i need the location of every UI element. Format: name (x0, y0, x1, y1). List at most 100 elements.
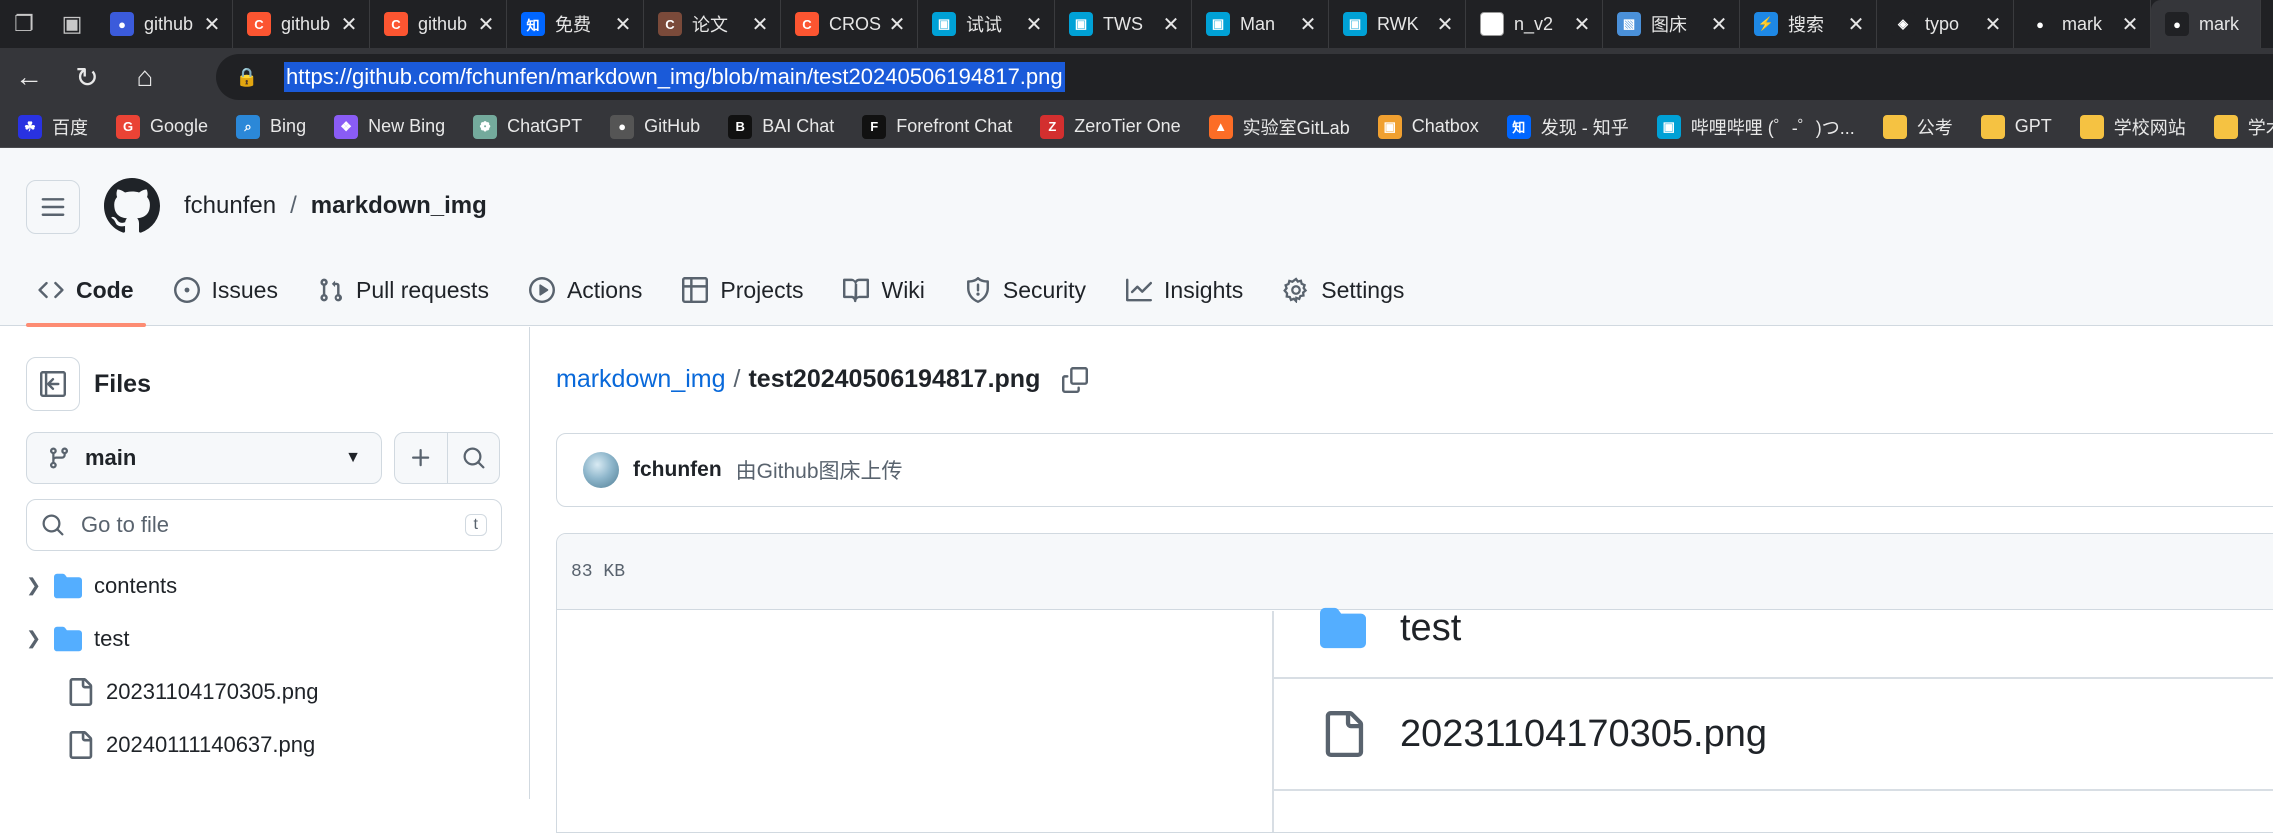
bookmark-item[interactable]: GPT (1980, 114, 2052, 139)
browser-tab[interactable]: ▣ RWK ✕ (1329, 0, 1466, 48)
tab-pull-requests[interactable]: Pull requests (306, 254, 501, 326)
preview-row: 20231104170305.png (1274, 679, 2273, 791)
browser-tab[interactable]: ● mark (2151, 0, 2261, 48)
tab-code-label: Code (76, 276, 134, 303)
tree-item-file[interactable]: 20231104170305.png (26, 665, 502, 718)
bookmark-item[interactable]: ▣ 哔哩哔哩 (゜-゜)つ... (1656, 114, 1855, 140)
tab-projects[interactable]: Projects (670, 254, 815, 326)
close-icon[interactable]: ✕ (750, 12, 770, 37)
browser-tab[interactable]: ▣ TWS ✕ (1055, 0, 1192, 48)
menu-button[interactable] (26, 180, 80, 234)
close-icon[interactable]: ✕ (202, 12, 222, 37)
add-file-button[interactable] (395, 433, 447, 483)
browser-tab[interactable]: ▣ Man ✕ (1192, 0, 1329, 48)
commit-message[interactable]: 由Github图床上传 (736, 455, 903, 485)
collapse-file-tree-button[interactable] (26, 357, 80, 411)
close-icon[interactable]: ✕ (613, 12, 633, 37)
close-icon[interactable]: ✕ (1435, 12, 1455, 37)
tab-code[interactable]: Code (26, 254, 146, 327)
url-text[interactable]: https://github.com/fchunfen/markdown_img… (284, 62, 1065, 92)
close-icon[interactable]: ✕ (1161, 12, 1181, 37)
tab-security[interactable]: Security (953, 254, 1098, 326)
repo-owner-link[interactable]: fchunfen (184, 192, 276, 220)
chatbox-icon: ▣ (1377, 114, 1402, 139)
bing-icon: ⌕ (236, 114, 261, 139)
branch-selector[interactable]: main ▼ (26, 432, 382, 484)
url-input[interactable]: 🔒 https://github.com/fchunfen/markdown_i… (216, 54, 2273, 100)
avatar[interactable] (583, 452, 619, 488)
bookmark-item[interactable]: ☘ 百度 (18, 114, 88, 140)
reload-icon[interactable]: ↻ (58, 48, 116, 106)
close-icon[interactable]: ✕ (1298, 12, 1318, 37)
close-icon[interactable]: ✕ (887, 12, 907, 37)
browser-tab[interactable]: ● github ✕ (96, 0, 233, 48)
tree-item-label: 20231104170305.png (106, 678, 319, 704)
close-icon[interactable]: ✕ (2120, 12, 2140, 37)
tree-item-file[interactable]: 20240111140637.png (26, 718, 502, 771)
lock-icon[interactable]: 🔒 (236, 66, 258, 88)
bookmark-label: 哔哩哔哩 (゜-゜)つ... (1690, 117, 1855, 138)
close-icon[interactable]: ✕ (1709, 12, 1729, 37)
bilibili-icon: ▣ (1343, 12, 1367, 36)
openai-icon: ❁ (473, 114, 498, 139)
bookmark-item[interactable]: F Forefront Chat (862, 114, 1012, 139)
tree-item-test[interactable]: ❯ test (26, 612, 502, 665)
browser-tab[interactable]: ◈ typo ✕ (1877, 0, 2014, 48)
shield-icon: ◈ (1891, 12, 1915, 36)
bookmark-item[interactable]: 学术 (2213, 114, 2273, 140)
home-icon[interactable]: ⌂ (116, 48, 174, 106)
tab-actions[interactable]: Actions (517, 254, 654, 326)
bookmark-item[interactable]: ▣ Chatbox (1377, 114, 1479, 139)
bookmark-item[interactable]: ❁ ChatGPT (473, 114, 582, 139)
browser-tab[interactable]: ● mark ✕ (2014, 0, 2151, 48)
browser-tab[interactable]: ▧ 图床 ✕ (1603, 0, 1740, 48)
tab-settings[interactable]: Settings (1271, 254, 1416, 326)
chevron-right-icon[interactable]: ❯ (26, 628, 54, 649)
bookmark-item[interactable]: G Google (116, 114, 208, 139)
close-icon[interactable]: ✕ (339, 12, 359, 37)
workspaces-icon[interactable]: ❐ (0, 0, 48, 48)
tree-item-label: test (94, 625, 130, 651)
browser-tab-title: mark (2199, 13, 2239, 34)
bilibili-icon: ▣ (1206, 12, 1230, 36)
browser-tab[interactable]: ⚡ 搜索 ✕ (1740, 0, 1877, 48)
bookmark-item[interactable]: 学校网站 (2079, 114, 2186, 140)
bookmark-item[interactable]: B BAI Chat (728, 114, 834, 139)
bookmark-item[interactable]: Z ZeroTier One (1040, 114, 1181, 139)
close-icon[interactable]: ✕ (1983, 12, 2003, 37)
back-arrow-icon[interactable]: ← (0, 48, 58, 106)
browser-tab[interactable]: n_v2 ✕ (1466, 0, 1603, 48)
bookmark-item[interactable]: ▲ 实验室GitLab (1208, 114, 1350, 140)
bookmark-label: 实验室GitLab (1242, 117, 1350, 138)
chevron-right-icon[interactable]: ❯ (26, 575, 54, 596)
bookmark-item[interactable]: ❖ New Bing (334, 114, 445, 139)
tab-insights[interactable]: Insights (1114, 254, 1255, 326)
bookmark-item[interactable]: ● GitHub (610, 114, 700, 139)
github-logo-icon[interactable] (104, 178, 160, 234)
browser-tab[interactable]: C 论文 ✕ (644, 0, 781, 48)
browser-tab[interactable]: ▣ 试试 ✕ (918, 0, 1055, 48)
shield-icon (966, 277, 989, 303)
tab-actions-icon[interactable]: ▣ (48, 0, 96, 48)
browser-tab[interactable]: Cgithub ✕ (370, 0, 507, 48)
bookmark-item[interactable]: 公考 (1882, 114, 1953, 140)
tree-item-contents[interactable]: ❯ contents (26, 559, 502, 612)
copy-icon[interactable] (1062, 366, 1089, 393)
close-icon[interactable]: ✕ (1024, 12, 1044, 37)
tab-wiki[interactable]: Wiki (831, 254, 936, 326)
repo-name-link[interactable]: markdown_img (311, 192, 487, 220)
close-icon[interactable]: ✕ (1846, 12, 1866, 37)
tab-issues[interactable]: Issues (162, 254, 290, 326)
close-icon[interactable]: ✕ (1572, 12, 1592, 37)
browser-tab[interactable]: 知免费 ✕ (507, 0, 644, 48)
commit-author-link[interactable]: fchunfen (633, 458, 722, 482)
browser-tab[interactable]: Cgithub ✕ (233, 0, 370, 48)
go-to-file-input[interactable]: Go to file t (26, 499, 502, 551)
bookmark-item[interactable]: ⌕ Bing (236, 114, 306, 139)
bookmark-item[interactable]: 知发现 - 知乎 (1506, 114, 1629, 140)
repo-root-link[interactable]: markdown_img (556, 365, 726, 394)
search-files-button[interactable] (447, 433, 499, 483)
browser-tab[interactable]: C CROS ✕ (781, 0, 918, 48)
close-icon[interactable]: ✕ (476, 12, 496, 37)
breadcrumb-separator: / (290, 192, 297, 219)
